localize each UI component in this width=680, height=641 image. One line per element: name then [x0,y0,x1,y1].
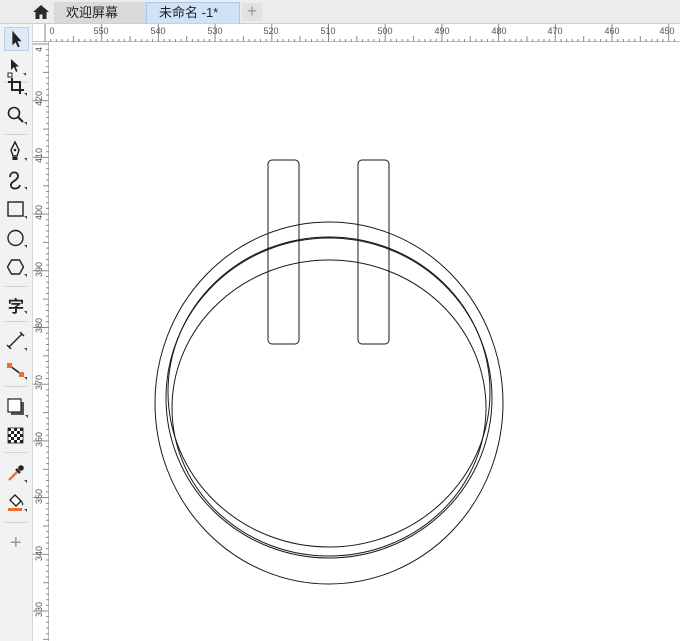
dimension-tool-button[interactable] [4,329,29,353]
ruler-label: 450 [659,26,675,36]
ruler-label: 380 [34,317,44,333]
ruler-label: 350 [34,488,44,504]
ruler-label: 530 [207,26,223,36]
drawing-canvas[interactable] [49,42,680,641]
tab-welcome-label: 欢迎屏幕 [66,5,119,20]
rounded-rectangle-right[interactable] [357,159,390,345]
ruler-label: 500 [377,26,393,36]
toolbox-separator [5,286,27,287]
ruler-label: 490 [434,26,450,36]
ruler-label: 470 [547,26,563,36]
toolbox: 字 + [0,24,33,641]
plus-icon: + [10,532,22,554]
vertical-ruler[interactable]: 4 420 410 400 390 380 370 360 350 340 33… [33,42,49,641]
hexagon-icon [6,259,27,277]
home-icon [33,5,49,19]
ruler-label: 510 [320,26,336,36]
ruler-label: 520 [263,26,279,36]
ellipse-icon [7,229,27,248]
curve-brush-icon [9,171,27,190]
ruler-label: 0 [49,26,55,36]
ellipse-shape[interactable] [154,221,504,585]
ruler-label: 540 [150,26,166,36]
plus-icon: + [246,1,258,21]
text-tool-button[interactable]: 字 [4,292,29,316]
flyout-arrow-icon [24,311,27,314]
crop-icon [8,78,27,96]
ellipse-shape[interactable] [171,259,487,557]
pen-nib-icon [10,140,27,161]
toolbox-separator [5,134,27,135]
dimension-line-icon [6,331,27,351]
ruler-label: 460 [604,26,620,36]
rectangle-icon [7,201,27,219]
rectangle-tool-button[interactable] [4,197,29,221]
eyedropper-tool-button[interactable] [4,461,29,485]
artistic-media-tool-button[interactable] [4,168,29,192]
toolbox-separator [5,386,27,387]
interactive-fill-tool-button[interactable] [4,490,29,514]
ruler-label: 4 [34,46,44,52]
drawing-canvas-shapes [154,159,504,585]
transparency-tool-button[interactable] [4,424,29,448]
document-tab-bar: 欢迎屏幕 未命名 -1* + [0,0,680,24]
ruler-label: 340 [34,545,44,561]
magnifier-icon [7,106,27,125]
tab-untitled-document[interactable]: 未命名 -1* [146,2,240,23]
tab-document-label: 未命名 -1* [159,5,219,20]
home-button[interactable] [30,2,52,22]
ruler-label: 420 [34,90,44,106]
add-tool-button[interactable]: + [4,532,29,556]
add-tab-button[interactable]: + [242,1,262,21]
tab-welcome-screen[interactable]: 欢迎屏幕 [54,2,146,23]
horizontal-ruler[interactable]: 0 550 540 530 520 510 500 490 480 470 46… [33,24,680,42]
drop-shadow-tool-button[interactable] [4,395,29,419]
pen-tool-button[interactable] [4,139,29,163]
zoom-tool-button[interactable] [4,103,29,127]
ellipse-shape[interactable] [167,236,491,548]
eyedropper-icon [8,465,27,483]
drop-shadow-icon [7,398,28,418]
ruler-label: 330 [34,601,44,617]
ruler-label: 400 [34,204,44,220]
toolbox-separator [5,452,27,453]
ruler-label: 410 [34,147,44,163]
horizontal-ruler-ticks [44,24,675,42]
paint-bucket-icon [8,494,27,512]
checkerboard-icon [7,427,24,444]
polygon-tool-button[interactable] [4,255,29,279]
toolbox-separator [5,321,27,322]
ruler-label: 360 [34,431,44,447]
pick-tool-button[interactable] [4,27,29,51]
ruler-label: 550 [93,26,109,36]
arrow-pointer-icon [12,30,22,48]
ruler-label: 390 [34,261,44,277]
crop-tool-button[interactable] [4,74,29,98]
connector-icon [7,363,27,380]
toolbox-separator [5,522,27,523]
ruler-label: 370 [34,374,44,390]
ruler-label: 480 [491,26,507,36]
ellipse-tool-button[interactable] [4,226,29,250]
rounded-rectangle-left[interactable] [267,159,300,345]
connector-tool-button[interactable] [4,358,29,382]
